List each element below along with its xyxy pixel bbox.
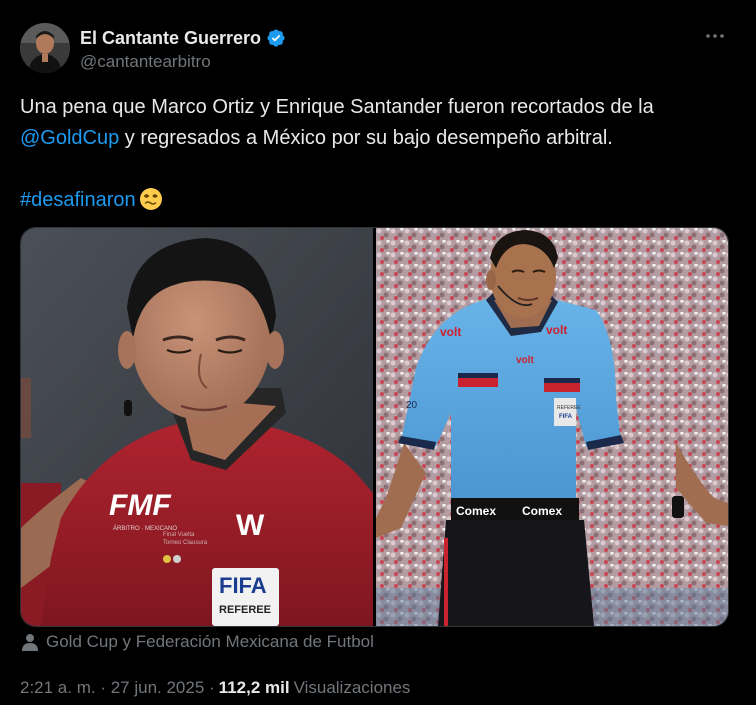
jersey-fmf-text: FMF <box>109 489 171 522</box>
svg-text:Final Vuelta: Final Vuelta <box>163 532 195 538</box>
author-names: El Cantante Guerrero @cantantearbitro <box>80 27 286 72</box>
svg-text:REFEREE: REFEREE <box>557 405 581 411</box>
media-grid: FMF ÁRBITRO · MEXICANO W Final Vuelta To… <box>20 227 729 627</box>
photo-referee-left[interactable]: FMF ÁRBITRO · MEXICANO W Final Vuelta To… <box>21 228 373 626</box>
svg-text:20: 20 <box>406 400 418 411</box>
mention-link[interactable]: @GoldCup <box>20 127 119 149</box>
more-options-icon[interactable] <box>704 25 726 47</box>
fifa-badge-text: FIFA <box>219 573 267 598</box>
tweet-text: Una pena que Marco Ortiz y Enrique Santa… <box>20 92 736 216</box>
svg-text:FIFA: FIFA <box>559 414 573 420</box>
svg-text:volt: volt <box>516 355 534 366</box>
verified-badge-icon <box>266 28 286 48</box>
credit-text: Gold Cup y Federación Mexicana de Futbol <box>46 632 374 651</box>
belt-comex-text-2: Comex <box>522 504 562 518</box>
tweet-text-part2: y regresados a México por su bajo desemp… <box>119 127 613 149</box>
belt-comex-text-1: Comex <box>456 504 496 518</box>
hashtag-link[interactable]: #desafinaron <box>20 189 136 211</box>
tweet-meta: 2:21 a. m. · 27 jun. 2025 · 112,2 mil Vi… <box>20 678 410 698</box>
referee-badge-text: REFEREE <box>219 604 271 616</box>
display-name[interactable]: El Cantante Guerrero <box>80 28 261 49</box>
woozy-face-icon <box>139 187 163 211</box>
media-credit: Gold Cup y Federación Mexicana de Futbol <box>22 632 374 652</box>
tweet-header: El Cantante Guerrero @cantantearbitro <box>20 23 736 75</box>
svg-text:Torneo Clausura: Torneo Clausura <box>163 540 208 546</box>
svg-text:ÁRBITRO · MEXICANO: ÁRBITRO · MEXICANO <box>113 525 177 532</box>
jersey-sponsor-volt: volt <box>440 325 461 339</box>
photo-referee-right[interactable]: volt volt volt REFEREE FIFA 20 Comex Com… <box>376 228 728 626</box>
svg-text:volt: volt <box>546 323 567 337</box>
avatar[interactable] <box>20 23 70 73</box>
timestamp[interactable]: 2:21 a. m. · 27 jun. 2025 · <box>20 678 215 698</box>
handle[interactable]: @cantantearbitro <box>80 52 286 72</box>
person-icon <box>22 633 38 651</box>
views-label: Visualizaciones <box>293 678 411 697</box>
jersey-w-logo: W <box>236 509 265 542</box>
tweet: El Cantante Guerrero @cantantearbitro Un… <box>0 0 756 705</box>
views-count: 112,2 mil <box>218 678 290 697</box>
tweet-text-part1: Una pena que Marco Ortiz y Enrique Santa… <box>20 96 654 118</box>
